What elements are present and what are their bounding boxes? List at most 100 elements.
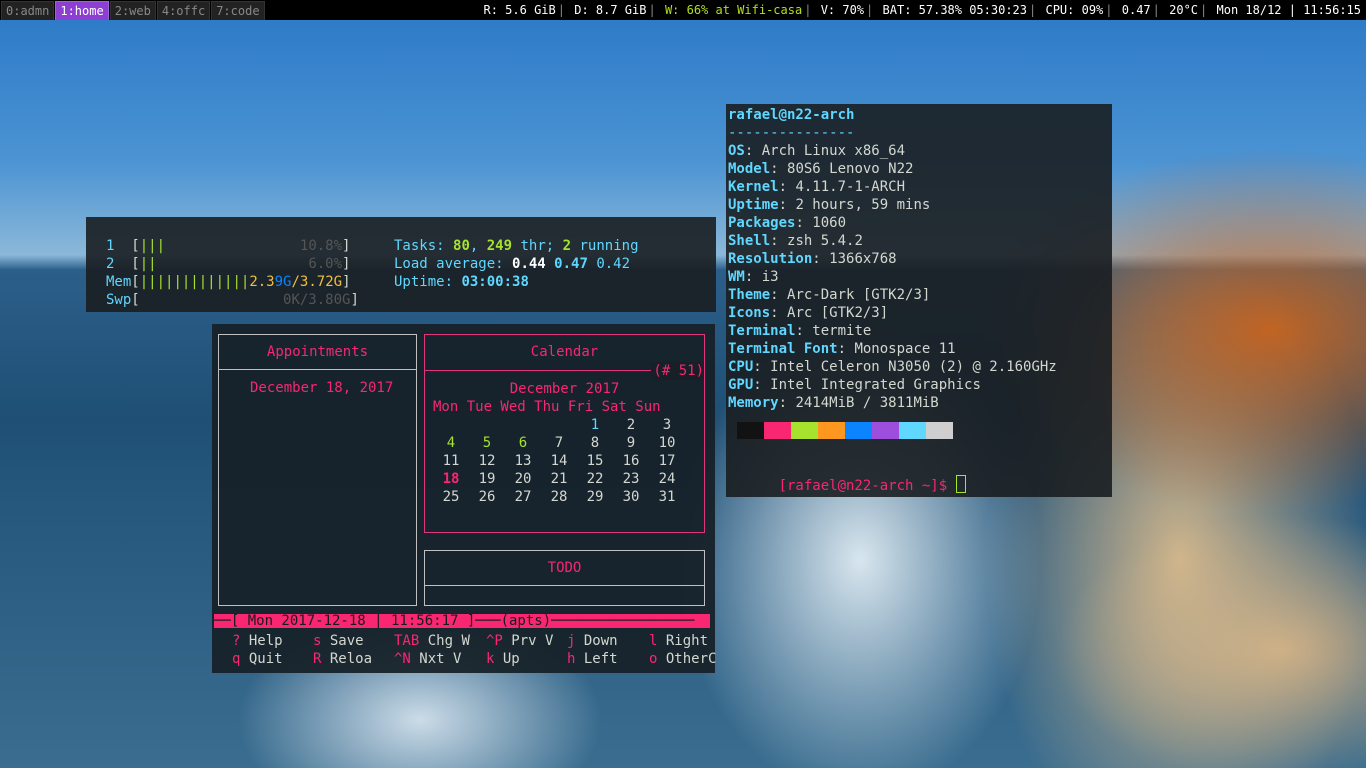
mem-meter: Mem[|||||||||||||2.39G/3.72G] <box>106 274 351 290</box>
calendar-day[interactable]: 23 <box>613 470 649 488</box>
system-info-row: CPU: Intel Celeron N3050 (2) @ 2.160GHz <box>728 359 1057 375</box>
key-hint-label: Reloa <box>329 651 373 667</box>
info-key: WM <box>728 269 745 285</box>
cpu2-meter: 2 [|| 6.0%] <box>106 256 351 272</box>
calendar-day[interactable]: 21 <box>541 470 577 488</box>
key-hint-label: Up <box>502 651 520 667</box>
key-hint-label: Down <box>583 633 618 649</box>
info-value: Intel Integrated Graphics <box>770 377 981 393</box>
calendar-day[interactable]: 19 <box>469 470 505 488</box>
calendar-day[interactable]: 24 <box>649 470 685 488</box>
calendar-day[interactable]: 20 <box>505 470 541 488</box>
appointments-panel[interactable]: Appointments December 18, 2017 <box>218 334 417 606</box>
system-info-row: OS: Arch Linux x86_64 <box>728 143 906 159</box>
system-info-list: OS: Arch Linux x86_64 Model: 80S6 Lenovo … <box>728 142 1057 412</box>
workspace-button[interactable]: 2:web <box>109 1 156 20</box>
key-hint-key: ^N <box>394 651 411 667</box>
divider: --------------- <box>728 125 855 141</box>
calendar-day[interactable]: 13 <box>505 452 541 470</box>
swap-meter: Swp[ 0K/3.80G] <box>106 292 359 308</box>
calendar-panel[interactable]: Calendar (# 51) December 2017 Mon Tue We… <box>424 334 705 533</box>
user-host: rafael@n22-arch <box>728 107 855 123</box>
calendar-day[interactable]: 11 <box>433 452 469 470</box>
calendar-day[interactable]: 10 <box>649 434 685 452</box>
calendar-day[interactable]: 2 <box>613 416 649 434</box>
calendar-week-row: 4 5 6 7 8 9 10 <box>433 434 685 452</box>
info-value: 1366x768 <box>829 251 897 267</box>
calendar-day[interactable]: 29 <box>577 488 613 506</box>
tasks-line: Tasks: 80, 249 thr; 2 running <box>394 238 639 254</box>
system-info-row: Uptime: 2 hours, 59 mins <box>728 197 931 213</box>
battery-status: BAT: 57.38% 05:30:23 <box>882 3 1028 17</box>
calendar-day[interactable]: 22 <box>577 470 613 488</box>
calcurse-window[interactable]: Appointments December 18, 2017 Calendar … <box>212 324 716 673</box>
key-hint: j Down <box>567 632 649 650</box>
calendar-day[interactable]: 25 <box>433 488 469 506</box>
status-area: R: 5.6 GiB | D: 8.7 GiB | W: 66% at Wifi-c… <box>483 3 1362 17</box>
workspace-button[interactable]: 7:code <box>211 1 265 20</box>
key-hint: o OtherC <box>649 650 730 668</box>
calendar-day[interactable]: 27 <box>505 488 541 506</box>
workspace-button[interactable]: 4:offc <box>156 1 211 20</box>
calendar-day[interactable]: 14 <box>541 452 577 470</box>
clock-status: Mon 18/12 | 11:56:15 <box>1216 3 1362 17</box>
info-value: Intel Celeron N3050 (2) @ 2.160GHz <box>770 359 1057 375</box>
calendar-day[interactable]: 4 <box>433 434 469 452</box>
color-swatch <box>872 422 899 439</box>
key-hints-row-1: ? Help s Save TAB Chg W ^P Prv Vj Down l Rig… <box>232 632 730 650</box>
calendar-day[interactable]: 7 <box>541 434 577 452</box>
calendar-day[interactable]: 9 <box>613 434 649 452</box>
key-hints: ? Help s Save TAB Chg W ^P Prv Vj Down l Rig… <box>232 632 730 668</box>
todo-title: TODO <box>425 551 704 586</box>
calendar-weeks: 1 2 3 4 5 6 7 8 9 10 11 12 13 14 15 16 17 18 19 20 21 22 23 24 2… <box>433 416 685 506</box>
shell-prompt-line[interactable]: [rafael@n22-arch ~]$ <box>728 457 1057 494</box>
key-hint-label: Save <box>329 633 364 649</box>
calendar-day[interactable]: 26 <box>469 488 505 506</box>
key-hint-label: Left <box>583 651 618 667</box>
key-hint: s Save <box>313 632 394 650</box>
calendar-day[interactable]: 12 <box>469 452 505 470</box>
calendar-day[interactable]: 31 <box>649 488 685 506</box>
color-swatch <box>818 422 845 439</box>
info-value: 80S6 Lenovo N22 <box>787 161 914 177</box>
workspace-button[interactable]: 1:home <box>55 1 109 20</box>
calendar-day[interactable]: 18 <box>433 470 469 488</box>
system-info-row: GPU: Intel Integrated Graphics <box>728 377 981 393</box>
key-hint-key: j <box>567 633 576 649</box>
calendar-day[interactable]: 15 <box>577 452 613 470</box>
key-hint-label: Help <box>248 633 283 649</box>
calendar-day[interactable]: 28 <box>541 488 577 506</box>
todo-panel[interactable]: TODO <box>424 550 705 606</box>
calendar-day[interactable]: 5 <box>469 434 505 452</box>
workspace-button[interactable]: 0:admn <box>1 1 55 20</box>
calendar-day[interactable]: 16 <box>613 452 649 470</box>
calendar-day[interactable]: 1 <box>577 416 613 434</box>
info-value: 1060 <box>812 215 847 231</box>
color-swatch <box>926 422 953 439</box>
key-hint-label: Chg W <box>427 633 470 649</box>
color-palette <box>737 422 1057 439</box>
calendar-day[interactable]: 8 <box>577 434 613 452</box>
key-hint: R Reloa <box>313 650 394 668</box>
system-info-row: Packages: 1060 <box>728 215 847 231</box>
info-value: Arc [GTK2/3] <box>787 305 889 321</box>
week-number: (# 51) <box>651 362 704 380</box>
color-swatch <box>764 422 791 439</box>
key-hint-label: OtherC <box>665 651 717 667</box>
calendar-day[interactable]: 3 <box>649 416 685 434</box>
calendar-day[interactable]: 17 <box>649 452 685 470</box>
htop-summary: Tasks: 80, 249 thr; 2 running Load avera… <box>394 237 639 291</box>
calendar-day[interactable]: 6 <box>505 434 541 452</box>
info-value: 4.11.7-1-ARCH <box>795 179 906 195</box>
system-info-row: Shell: zsh 5.4.2 <box>728 233 863 249</box>
calendar-day[interactable]: 30 <box>613 488 649 506</box>
key-hint: k Up <box>486 650 567 668</box>
htop-window[interactable]: 1 [||| 10.8%] 2 [|| 6.0%] Mem[||||||||||… <box>86 217 716 312</box>
key-hint: ^P Prv V <box>486 632 567 650</box>
info-value: i3 <box>761 269 779 285</box>
system-info-row: Terminal: termite <box>728 323 872 339</box>
i3-status-bar: 0:admn 1:home 2:web 4:offc 7:code R: 5.6 GiB… <box>0 0 1366 20</box>
neofetch-terminal[interactable]: rafael@n22-arch --------------- OS: Arch… <box>726 104 1112 497</box>
key-hint-key: o <box>649 651 658 667</box>
key-hint-key: l <box>649 633 658 649</box>
